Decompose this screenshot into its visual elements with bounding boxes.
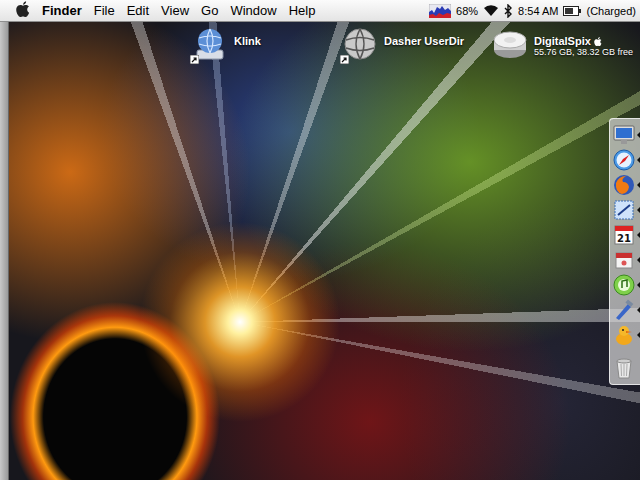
dock-item[interactable]	[610, 173, 640, 197]
running-indicator	[637, 232, 640, 238]
screen: FinderFileEditViewGoWindowHelp 68% 8:54 AM…	[0, 0, 640, 480]
icon-box	[192, 26, 228, 62]
alias-arrow-icon	[190, 55, 199, 64]
running-indicator	[637, 157, 640, 163]
running-indicator	[637, 182, 640, 188]
dock-item[interactable]	[610, 123, 640, 147]
icon-labels: Dasher UserDir	[384, 26, 464, 47]
dock: 21	[609, 118, 640, 385]
developer-tools-icon[interactable]	[613, 299, 635, 321]
dock-item[interactable]	[610, 148, 640, 172]
calendar-icon[interactable]: 21	[613, 224, 635, 246]
icon-name: Dasher UserDir	[384, 35, 464, 47]
menu-item[interactable]: File	[88, 3, 121, 18]
alias-arrow-icon	[340, 55, 349, 64]
wifi-icon[interactable]	[483, 4, 499, 17]
bluetooth-icon[interactable]	[504, 4, 513, 18]
running-indicator	[637, 332, 640, 338]
calendar-day: 21	[617, 233, 631, 244]
icon-name: DigitalSpix	[534, 35, 633, 47]
apple-logo-icon	[594, 37, 602, 46]
dock-item[interactable]	[610, 323, 640, 347]
status-area: 68% 8:54 AM (Charged)	[429, 4, 636, 18]
desktop-icon[interactable]: Dasher UserDir	[342, 26, 492, 62]
menu-item[interactable]: Help	[283, 3, 322, 18]
desktop: Klink Dasher UserDir DigitalSpix55.76 GB, …	[0, 22, 640, 480]
running-indicator	[637, 282, 640, 288]
icon-box	[342, 26, 378, 62]
running-indicator	[637, 207, 640, 213]
dock-item[interactable]	[610, 356, 640, 380]
menu-item[interactable]: View	[155, 3, 195, 18]
running-indicator	[637, 307, 640, 313]
window-edge[interactable]	[0, 22, 9, 480]
dock-item[interactable]: 21	[610, 223, 640, 247]
dock-item[interactable]	[610, 248, 640, 272]
desktop-icon[interactable]: DigitalSpix55.76 GB, 38.32 GB free	[492, 26, 640, 62]
cpu-meter-icon[interactable]	[429, 4, 451, 18]
running-indicator	[637, 257, 640, 263]
stamp-icon[interactable]	[613, 249, 635, 271]
menu-item[interactable]: Window	[224, 3, 282, 18]
monitor-icon[interactable]	[613, 124, 635, 146]
apple-icon[interactable]	[16, 1, 30, 17]
apple-menu[interactable]	[10, 1, 36, 20]
dock-item[interactable]	[610, 273, 640, 297]
icon-box	[492, 26, 528, 62]
menu-bar: FinderFileEditViewGoWindowHelp 68% 8:54 AM…	[0, 0, 640, 22]
battery-icon[interactable]	[563, 6, 581, 16]
icon-labels: DigitalSpix55.76 GB, 38.32 GB free	[534, 26, 633, 57]
itunes-icon[interactable]	[613, 274, 635, 296]
firefox-icon[interactable]	[613, 174, 635, 196]
battery-percent[interactable]: 68%	[456, 5, 478, 17]
icon-info: 55.76 GB, 38.32 GB free	[534, 47, 633, 57]
desktop-icon[interactable]: Klink	[192, 26, 342, 62]
duck-icon[interactable]	[613, 324, 635, 346]
hard-drive-icon[interactable]	[492, 26, 528, 62]
menu-item[interactable]: Go	[195, 3, 224, 18]
menu-item[interactable]: Edit	[121, 3, 155, 18]
compass-icon[interactable]	[613, 149, 635, 171]
icon-labels: Klink	[234, 26, 261, 47]
desktop-icons: Klink Dasher UserDir DigitalSpix55.76 GB, …	[192, 26, 640, 62]
mail-icon[interactable]	[613, 199, 635, 221]
running-indicator	[637, 132, 640, 138]
charge-state[interactable]: (Charged)	[586, 5, 636, 17]
icon-name: Klink	[234, 35, 261, 47]
dock-item[interactable]	[610, 298, 640, 322]
clock[interactable]: 8:54 AM	[518, 5, 558, 17]
dock-item[interactable]	[610, 198, 640, 222]
app-menu[interactable]: Finder	[36, 3, 88, 18]
trash-icon[interactable]	[613, 357, 635, 379]
